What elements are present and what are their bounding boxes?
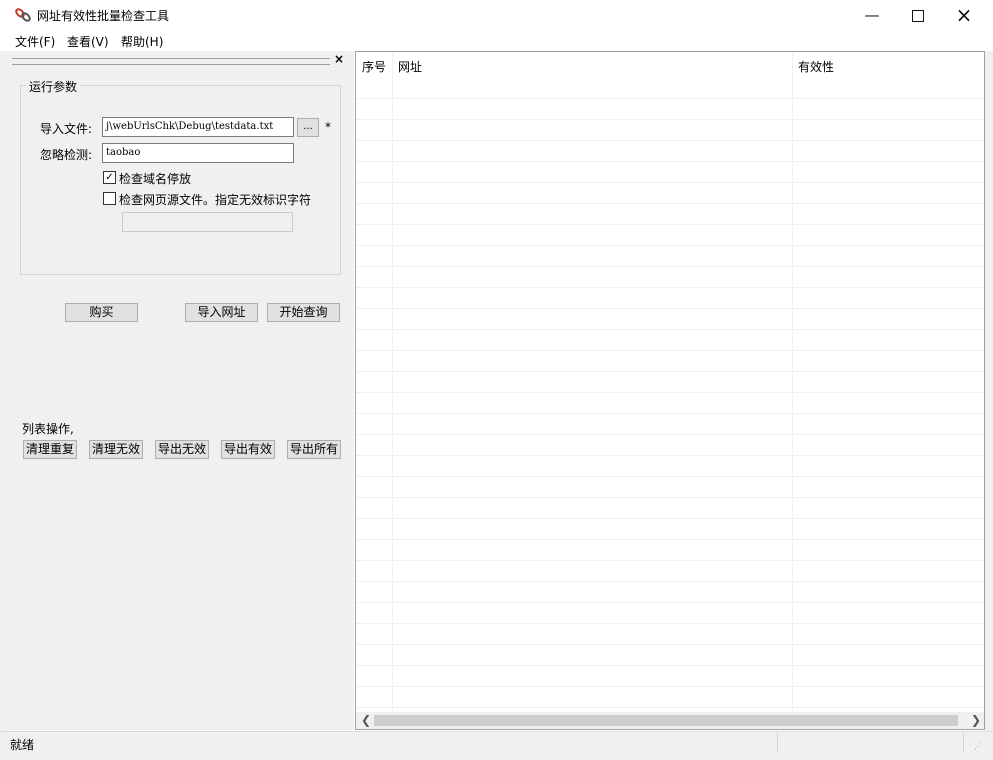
grid-row-line xyxy=(356,224,984,225)
invalid-marker-input[interactable] xyxy=(122,212,293,232)
grid-row-line xyxy=(356,329,984,330)
grid-row-line xyxy=(356,392,984,393)
grid-row-line xyxy=(356,161,984,162)
run-params-title: 运行参数 xyxy=(26,78,81,95)
column-header-url[interactable]: 网址 xyxy=(398,58,422,75)
right-edge xyxy=(985,51,993,731)
buy-button[interactable]: 购买 xyxy=(65,303,138,322)
grid-row-line xyxy=(356,245,984,246)
grid-row-line xyxy=(356,203,984,204)
grid-row-line xyxy=(356,287,984,288)
check-source-checkbox[interactable] xyxy=(103,192,116,205)
app-link-icon xyxy=(15,8,31,22)
menu-help[interactable]: 帮助(H) xyxy=(121,33,163,50)
grid-row-line xyxy=(356,455,984,456)
column-divider xyxy=(392,52,393,712)
menu-view[interactable]: 查看(V) xyxy=(67,33,109,50)
maximize-icon xyxy=(912,9,924,22)
scroll-thumb[interactable] xyxy=(374,715,958,726)
column-header-index[interactable]: 序号 xyxy=(362,58,386,75)
scroll-left-icon[interactable]: ❮ xyxy=(361,712,371,729)
grid-row-line xyxy=(356,686,984,687)
check-parking-label: 检查域名停放 xyxy=(119,172,192,186)
grid-row-line xyxy=(356,497,984,498)
clear-invalid-button[interactable]: 清理无效 xyxy=(89,440,143,459)
clear-duplicates-button[interactable]: 清理重复 xyxy=(23,440,77,459)
resize-grip-icon[interactable]: ⋰ xyxy=(974,742,982,751)
window-title: 网址有效性批量检查工具 xyxy=(37,9,170,23)
grid-row-line xyxy=(356,182,984,183)
ignore-label: 忽略检测: xyxy=(40,148,93,162)
status-text: 就绪 xyxy=(10,738,35,752)
grid-row-line xyxy=(356,707,984,708)
check-parking-checkbox[interactable]: ✓ xyxy=(103,171,116,184)
grid-row-line xyxy=(356,623,984,624)
grid-row-line xyxy=(356,476,984,477)
grid-row-line xyxy=(356,602,984,603)
import-file-input[interactable]: j\webUrlsChk\Debug\testdata.txt xyxy=(102,117,294,137)
grid-row-line xyxy=(356,371,984,372)
menu-file[interactable]: 文件(F) xyxy=(15,33,55,50)
grid-row-line xyxy=(356,644,984,645)
maximize-button[interactable] xyxy=(895,0,941,30)
grid-row-line xyxy=(356,308,984,309)
results-grid[interactable]: 序号 网址 有效性 ❮ ❯ xyxy=(355,51,985,730)
horizontal-scrollbar[interactable]: ❮ ❯ xyxy=(356,712,984,729)
list-ops-title: 列表操作, xyxy=(22,422,74,436)
column-header-validity[interactable]: 有效性 xyxy=(798,58,834,75)
minimize-button[interactable]: — xyxy=(849,0,895,30)
export-invalid-button[interactable]: 导出无效 xyxy=(155,440,209,459)
pane-grip[interactable] xyxy=(12,58,330,65)
grid-row-line xyxy=(356,266,984,267)
grid-row-line xyxy=(356,665,984,666)
export-all-button[interactable]: 导出所有 xyxy=(287,440,341,459)
grid-row-line xyxy=(356,413,984,414)
grid-row-line xyxy=(356,539,984,540)
browse-button[interactable]: ... xyxy=(297,118,319,137)
grid-row-line xyxy=(356,581,984,582)
import-file-label: 导入文件: xyxy=(40,122,93,136)
required-mark: * xyxy=(325,120,331,134)
scroll-right-icon[interactable]: ❯ xyxy=(971,712,981,729)
grid-row-line xyxy=(356,560,984,561)
import-urls-button[interactable]: 导入网址 xyxy=(185,303,258,322)
grid-row-line xyxy=(356,350,984,351)
grid-header xyxy=(356,52,984,78)
grid-row-line xyxy=(356,98,984,99)
grid-row-line xyxy=(356,119,984,120)
status-separator xyxy=(963,733,964,753)
left-edge xyxy=(0,51,7,731)
grid-row-line xyxy=(356,140,984,141)
grid-row-line xyxy=(356,518,984,519)
pane-close-icon[interactable]: × xyxy=(334,52,344,66)
column-divider xyxy=(792,52,793,712)
status-bar xyxy=(0,731,993,760)
grid-row-line xyxy=(356,434,984,435)
export-valid-button[interactable]: 导出有效 xyxy=(221,440,275,459)
check-source-label: 检查网页源文件。指定无效标识字符 xyxy=(119,193,312,207)
close-button[interactable]: × xyxy=(941,0,987,30)
start-query-button[interactable]: 开始查询 xyxy=(267,303,340,322)
ignore-input[interactable]: taobao xyxy=(102,143,294,163)
status-separator xyxy=(777,733,778,753)
